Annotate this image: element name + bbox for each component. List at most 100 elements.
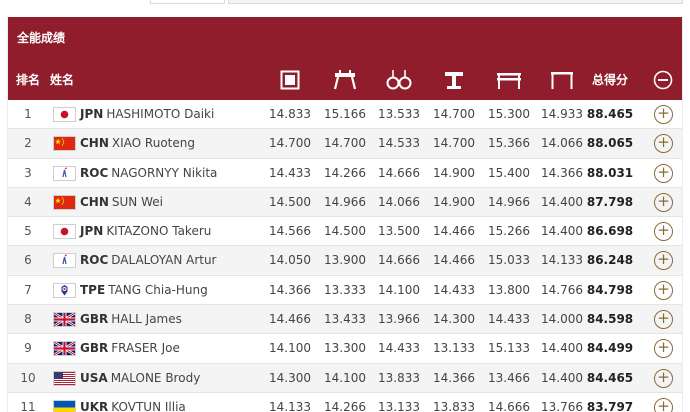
total-score-cell: 84.598 [586, 312, 634, 327]
apparatus-score-cell: 14.466 [433, 253, 475, 268]
table-row[interactable]: 10 USA MALONE Brody 14.300 14.100 13.833 14.36… [8, 363, 682, 393]
apparatus-score-cell: 14.700 [433, 107, 475, 121]
apparatus-score-cell: 13.766 [541, 399, 583, 412]
plus-circle-icon[interactable]: + [654, 310, 673, 330]
apparatus-score-cell: 14.700 [324, 136, 366, 151]
plus-circle-icon[interactable]: + [654, 163, 673, 183]
athlete-name-cell: CHN SUN Wei [80, 188, 163, 217]
apparatus-score-cell: 14.566 [269, 224, 311, 239]
noc-code: ROC [80, 165, 109, 180]
total-score-cell: 86.698 [586, 224, 634, 239]
parallel-bars-icon [483, 60, 535, 100]
minus-circle-icon[interactable] [649, 60, 677, 100]
total-score-cell: 83.797 [586, 399, 634, 412]
total-score-cell: 86.248 [586, 253, 634, 268]
apparatus-score-cell: 14.666 [378, 253, 420, 268]
apparatus-score-cell: 15.266 [488, 224, 530, 239]
table-row[interactable]: 6 ROC DALALOYAN Artur 14.050 13.900 14.666 14.… [8, 246, 682, 276]
table-row[interactable]: 8 GBR HALL James 14.466 13.433 13.966 14.300 14… [8, 305, 682, 335]
table-row[interactable]: 5 JPN KITAZONO Takeru 14.566 14.500 13.500 14.… [8, 217, 682, 247]
apparatus-score-cell: 14.266 [324, 399, 366, 412]
total-score-cell: 84.499 [586, 341, 634, 356]
total-score-cell: 88.065 [586, 136, 634, 151]
athlete-name-cell: CHN XIAO Ruoteng [80, 129, 195, 158]
apparatus-score-cell: 14.366 [269, 282, 311, 297]
apparatus-score-cell: 14.400 [541, 341, 583, 356]
rings-icon [373, 60, 425, 100]
apparatus-score-cell: 14.100 [269, 341, 311, 356]
apparatus-score-cell: 14.366 [541, 165, 583, 180]
apparatus-score-cell: 14.366 [433, 370, 475, 385]
apparatus-score-cell: 13.433 [324, 312, 366, 327]
plus-circle-icon[interactable]: + [654, 339, 673, 359]
plus-circle-icon[interactable]: + [654, 222, 673, 242]
table-row[interactable]: 3 ROC NAGORNYY Nikita 14.433 14.266 14.666 14.… [8, 159, 682, 188]
athlete-name: KITAZONO Takeru [106, 224, 212, 239]
athlete-name-cell: TPE TANG Chia-Hung [80, 276, 208, 305]
rank-cell: 7 [24, 282, 32, 297]
all-around-results-panel: 全能成绩 排名 姓名 总得分 1 JPN HASHIMOTO Daiki 14.833… [7, 17, 683, 412]
plus-circle-icon[interactable]: + [654, 397, 673, 412]
apparatus-score-cell: 15.133 [488, 341, 530, 356]
noc-code: GBR [80, 341, 109, 356]
rank-cell: 9 [24, 341, 32, 356]
apparatus-score-cell: 14.400 [541, 224, 583, 239]
apparatus-score-cell: 14.400 [541, 194, 583, 209]
rank-cell: 5 [24, 224, 32, 239]
athlete-name: NAGORNYY Nikita [111, 165, 218, 180]
tab-right[interactable] [228, 0, 683, 4]
plus-circle-icon[interactable]: + [654, 280, 673, 300]
table-row[interactable]: 2 CHN XIAO Ruoteng 14.700 14.700 14.533 14.700… [8, 129, 682, 159]
athlete-name: HASHIMOTO Daiki [106, 107, 215, 121]
apparatus-score-cell: 13.466 [488, 370, 530, 385]
athlete-name-cell: JPN KITAZONO Takeru [80, 217, 211, 246]
athlete-name-cell: ROC DALALOYAN Artur [80, 246, 217, 275]
apparatus-score-cell: 13.833 [378, 370, 420, 385]
apparatus-score-cell: 14.300 [433, 312, 475, 327]
noc-code: GBR [80, 312, 109, 327]
column-header-rank: 排名 [15, 73, 40, 87]
apparatus-score-cell: 14.700 [269, 136, 311, 151]
noc-code: USA [80, 370, 108, 385]
table-header: 排名 姓名 总得分 [8, 60, 682, 100]
apparatus-score-cell: 13.500 [378, 224, 420, 239]
plus-circle-icon[interactable]: + [654, 192, 673, 212]
results-table-body: 1 JPN HASHIMOTO Daiki 14.833 15.166 13.533 14.… [8, 100, 682, 412]
plus-circle-icon[interactable]: + [654, 368, 673, 388]
pommel-horse-icon [319, 60, 371, 100]
table-row[interactable]: 1 JPN HASHIMOTO Daiki 14.833 15.166 13.533 14.… [8, 100, 682, 130]
athlete-name: TANG Chia-Hung [108, 282, 208, 297]
horizontal-bar-icon [536, 60, 588, 100]
athlete-name-cell: UKR KOVTUN Illia [80, 393, 186, 412]
apparatus-score-cell: 14.933 [541, 107, 583, 121]
table-row[interactable]: 4 CHN SUN Wei 14.500 14.966 14.066 14.900 14.96… [8, 187, 682, 218]
apparatus-score-cell: 14.466 [269, 312, 311, 327]
athlete-name-cell: JPN HASHIMOTO Daiki [80, 100, 214, 129]
tab-left[interactable] [150, 0, 225, 4]
apparatus-score-cell: 13.333 [324, 282, 366, 297]
apparatus-score-cell: 14.050 [269, 253, 311, 268]
apparatus-score-cell: 14.133 [269, 399, 311, 412]
plus-circle-icon[interactable]: + [654, 105, 673, 124]
plus-circle-icon[interactable]: + [654, 251, 673, 271]
athlete-name: HALL James [111, 312, 182, 327]
apparatus-score-cell: 13.966 [378, 312, 420, 327]
table-row[interactable]: 9 GBR FRASER Joe 14.100 13.300 14.433 13.133 15… [8, 334, 682, 364]
usa-flag-icon [53, 370, 76, 386]
apparatus-score-cell: 13.133 [433, 341, 475, 356]
apparatus-score-cell: 14.966 [324, 194, 366, 209]
apparatus-score-cell: 14.066 [541, 136, 583, 151]
apparatus-score-cell: 14.900 [433, 194, 475, 209]
table-row[interactable]: 7 TPE TANG Chia-Hung 14.366 13.333 14.100 14.4… [8, 276, 682, 306]
apparatus-score-cell: 14.400 [541, 370, 583, 385]
column-header-name: 姓名 [50, 73, 75, 87]
rank-cell: 8 [24, 312, 32, 327]
total-score-cell: 88.465 [586, 107, 634, 121]
chn-flag-icon [53, 136, 76, 152]
rank-cell: 1 [24, 107, 32, 121]
gbr-flag-icon [53, 312, 76, 328]
apparatus-score-cell: 13.800 [488, 282, 530, 297]
table-row[interactable]: 11 UKR KOVTUN Illia 14.133 14.266 13.133 13.83… [8, 393, 682, 412]
apparatus-score-cell: 14.500 [324, 224, 366, 239]
plus-circle-icon[interactable]: + [654, 134, 673, 154]
